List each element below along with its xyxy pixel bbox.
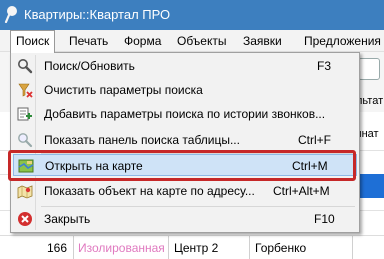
- column-divider: [168, 236, 169, 259]
- search-dropdown-menu: Поиск/Обновить F3 Очистить параметры пои…: [10, 52, 360, 233]
- window-title: Квартиры::Квартал ПРО: [24, 7, 171, 22]
- map-pin-icon: [17, 185, 33, 199]
- menu-item-show-object-on-map[interactable]: Показать объект на карте по адресу... Ct…: [13, 180, 357, 202]
- menu-form[interactable]: Форма: [124, 30, 161, 52]
- menu-print[interactable]: Печать: [69, 30, 108, 52]
- menu-item-label: Закрыть: [44, 212, 91, 226]
- column-divider: [249, 236, 250, 259]
- menu-item-clear-search[interactable]: Очистить параметры поиска: [13, 79, 357, 101]
- menu-item-label: Очистить параметры поиска: [44, 83, 203, 97]
- table-row[interactable]: 166 Изолированная Центр 2 Горбенко: [0, 235, 384, 259]
- clear-filter-icon: [18, 83, 33, 98]
- menu-bar: Поиск Печать Форма Объекты Заявки Предло…: [0, 30, 384, 53]
- column-header-result: льтат: [356, 95, 384, 107]
- cell-type: Изолированная: [78, 241, 165, 255]
- menu-item-add-call-history[interactable]: Добавить параметры поиска по истории зво…: [13, 103, 357, 125]
- menu-objects[interactable]: Объекты: [177, 30, 227, 52]
- menu-item-shortcut: Ctrl+Alt+M: [273, 184, 330, 198]
- cell-number: 166: [47, 241, 68, 255]
- app-logo-icon: [4, 6, 17, 23]
- cell-street: Горбенко: [255, 241, 307, 255]
- column-divider: [73, 236, 74, 259]
- menu-item-shortcut: F10: [314, 212, 335, 226]
- magnifier-icon: [18, 59, 33, 74]
- table-search-icon: [18, 133, 33, 148]
- selected-grid-row[interactable]: [356, 174, 384, 198]
- call-history-icon: [17, 107, 32, 121]
- menu-item-shortcut: F3: [317, 59, 332, 73]
- cell-district: Центр 2: [174, 241, 219, 255]
- refresh-icon[interactable]: [358, 58, 380, 80]
- menu-item-label: Показать панель поиска таблицы...: [44, 133, 240, 147]
- menu-item-search-refresh[interactable]: Поиск/Обновить F3: [13, 55, 357, 77]
- title-bar: Квартиры::Квартал ПРО: [0, 0, 384, 30]
- menu-item-label: Поиск/Обновить: [44, 59, 135, 73]
- menu-item-label: Добавить параметры поиска по истории зво…: [44, 107, 326, 121]
- menu-search[interactable]: Поиск: [10, 30, 56, 53]
- menu-offers[interactable]: Предложения: [304, 30, 381, 52]
- close-icon: [18, 212, 32, 226]
- highlight-annotation-frame: [8, 150, 356, 181]
- menu-item-show-table-search[interactable]: Показать панель поиска таблицы... Ctrl+F: [13, 129, 357, 151]
- menu-requests[interactable]: Заявки: [243, 30, 282, 52]
- menu-item-shortcut: Ctrl+F: [298, 133, 331, 147]
- column-divider: [352, 236, 353, 259]
- menu-separator: [41, 206, 355, 207]
- menu-item-close[interactable]: Закрыть F10: [13, 208, 357, 230]
- menu-item-label: Показать объект на карте по адресу...: [44, 184, 255, 198]
